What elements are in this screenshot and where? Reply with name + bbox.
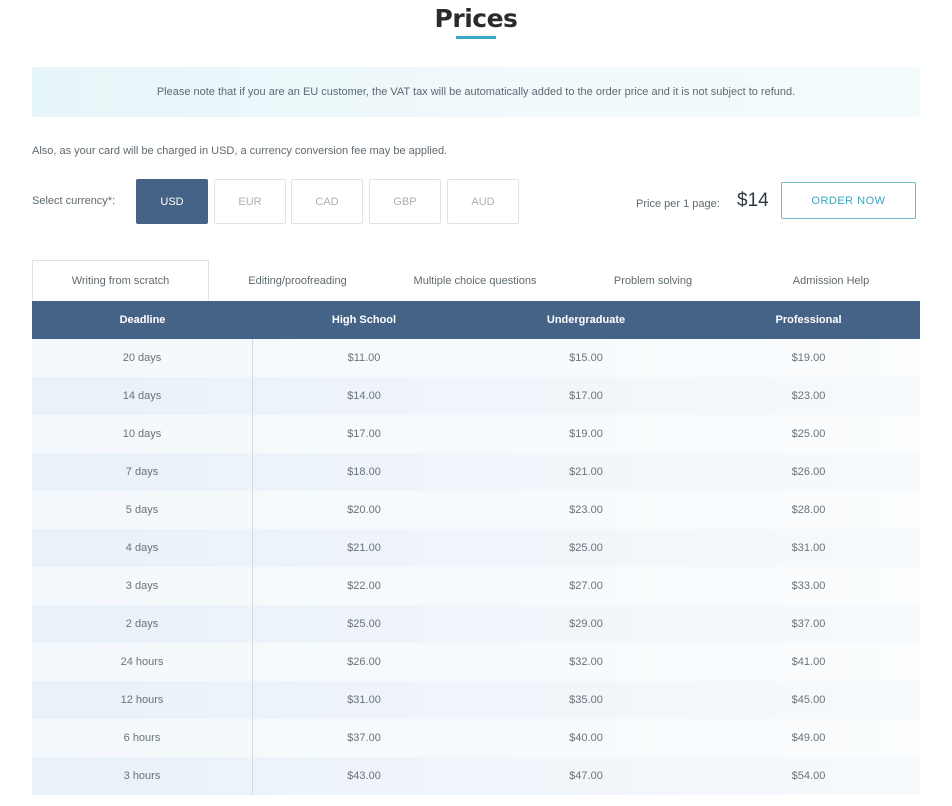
cell-professional: $19.00 [791,352,826,364]
tab-multiple-choice-questions[interactable]: Multiple choice questions [386,260,564,301]
tab-writing-from-scratch[interactable]: Writing from scratch [32,260,209,301]
cell-professional: $23.00 [791,390,826,402]
cell-deadline: 12 hours [32,681,253,719]
cell-professional: $26.00 [791,466,826,478]
cell-high-school: $17.00 [347,428,381,440]
price-table: Deadline High School Undergraduate Profe… [32,301,920,795]
table-row: 12 hours $31.00 $35.00 $45.00 [32,681,920,719]
table-row: 2 days $25.00 $29.00 $37.00 [32,605,920,643]
cell-deadline: 5 days [32,491,253,529]
cell-deadline: 7 days [32,453,253,491]
currency-button-eur[interactable]: EUR [214,179,286,224]
table-row: 3 hours $43.00 $47.00 $54.00 [32,757,920,795]
table-row: 6 hours $37.00 $40.00 $49.00 [32,719,920,757]
cell-undergraduate: $27.00 [569,580,603,592]
cell-professional: $25.00 [791,428,826,440]
cell-high-school: $11.00 [347,352,381,364]
cell-deadline: 2 days [32,605,253,643]
cell-professional: $31.00 [791,542,826,554]
tab-editing-proofreading[interactable]: Editing/proofreading [209,260,386,301]
cell-high-school: $31.00 [347,694,381,706]
cell-undergraduate: $35.00 [569,694,603,706]
cell-professional: $37.00 [791,618,826,630]
service-tabs: Writing from scratch Editing/proofreadin… [32,260,920,301]
cell-high-school: $43.00 [347,770,381,782]
table-row: 10 days $17.00 $19.00 $25.00 [32,415,920,453]
cell-high-school: $26.00 [347,656,381,668]
cell-professional: $45.00 [791,694,826,706]
cell-professional: $49.00 [791,732,826,744]
header-professional: Professional [775,314,842,326]
currency-button-aud[interactable]: AUD [447,179,519,224]
page-title: Prices [434,4,518,33]
cell-undergraduate: $23.00 [569,504,603,516]
currency-button-cad[interactable]: CAD [291,179,363,224]
price-table-body: 20 days $11.00 $15.00 $19.00 14 days $14.00 $1… [32,339,920,795]
table-row: 20 days $11.00 $15.00 $19.00 [32,339,920,377]
table-row: 4 days $21.00 $25.00 $31.00 [32,529,920,567]
table-row: 5 days $20.00 $23.00 $28.00 [32,491,920,529]
currency-label: Select currency*: [32,195,116,207]
cell-professional: $33.00 [791,580,826,592]
cell-deadline: 20 days [32,339,253,377]
price-table-header: Deadline High School Undergraduate Profe… [32,301,920,339]
cell-deadline: 24 hours [32,643,253,681]
header-deadline: Deadline [119,314,166,326]
cell-undergraduate: $25.00 [569,542,603,554]
cell-deadline: 3 hours [32,757,253,795]
currency-button-gbp[interactable]: GBP [369,179,441,224]
cell-high-school: $37.00 [347,732,381,744]
cell-undergraduate: $40.00 [569,732,603,744]
table-row: 7 days $18.00 $21.00 $26.00 [32,453,920,491]
cell-undergraduate: $29.00 [569,618,603,630]
cell-deadline: 6 hours [32,719,253,757]
price-per-page-label: Price per 1 page: [636,198,720,210]
order-now-button[interactable]: ORDER NOW [781,182,916,219]
cell-professional: $41.00 [791,656,826,668]
title-underline [456,36,496,39]
cell-deadline: 4 days [32,529,253,567]
table-row: 3 days $22.00 $27.00 $33.00 [32,567,920,605]
cell-high-school: $18.00 [347,466,381,478]
vat-notice: Please note that if you are an EU custom… [32,67,920,117]
cell-deadline: 14 days [32,377,253,415]
cell-high-school: $20.00 [347,504,381,516]
cell-high-school: $14.00 [347,390,381,402]
cell-undergraduate: $15.00 [569,352,603,364]
cell-high-school: $22.00 [347,580,381,592]
header-high-school: High School [331,314,397,326]
currency-button-usd[interactable]: USD [136,179,208,224]
conversion-note: Also, as your card will be charged in US… [32,145,448,157]
cell-undergraduate: $19.00 [569,428,603,440]
cell-deadline: 3 days [32,567,253,605]
price-per-page-value: $14 [737,190,769,211]
table-row: 24 hours $26.00 $32.00 $41.00 [32,643,920,681]
cell-undergraduate: $32.00 [569,656,603,668]
cell-undergraduate: $21.00 [569,466,603,478]
cell-high-school: $21.00 [347,542,381,554]
vat-notice-text: Please note that if you are an EU custom… [156,86,796,98]
cell-high-school: $25.00 [347,618,381,630]
tab-problem-solving[interactable]: Problem solving [564,260,742,301]
tab-admission-help[interactable]: Admission Help [742,260,920,301]
header-undergraduate: Undergraduate [546,314,626,326]
cell-professional: $28.00 [791,504,826,516]
prices-page: Prices Please note that if you are an EU… [0,0,952,806]
cell-undergraduate: $17.00 [569,390,603,402]
cell-professional: $54.00 [791,770,826,782]
cell-undergraduate: $47.00 [569,770,603,782]
cell-deadline: 10 days [32,415,253,453]
table-row: 14 days $14.00 $17.00 $23.00 [32,377,920,415]
